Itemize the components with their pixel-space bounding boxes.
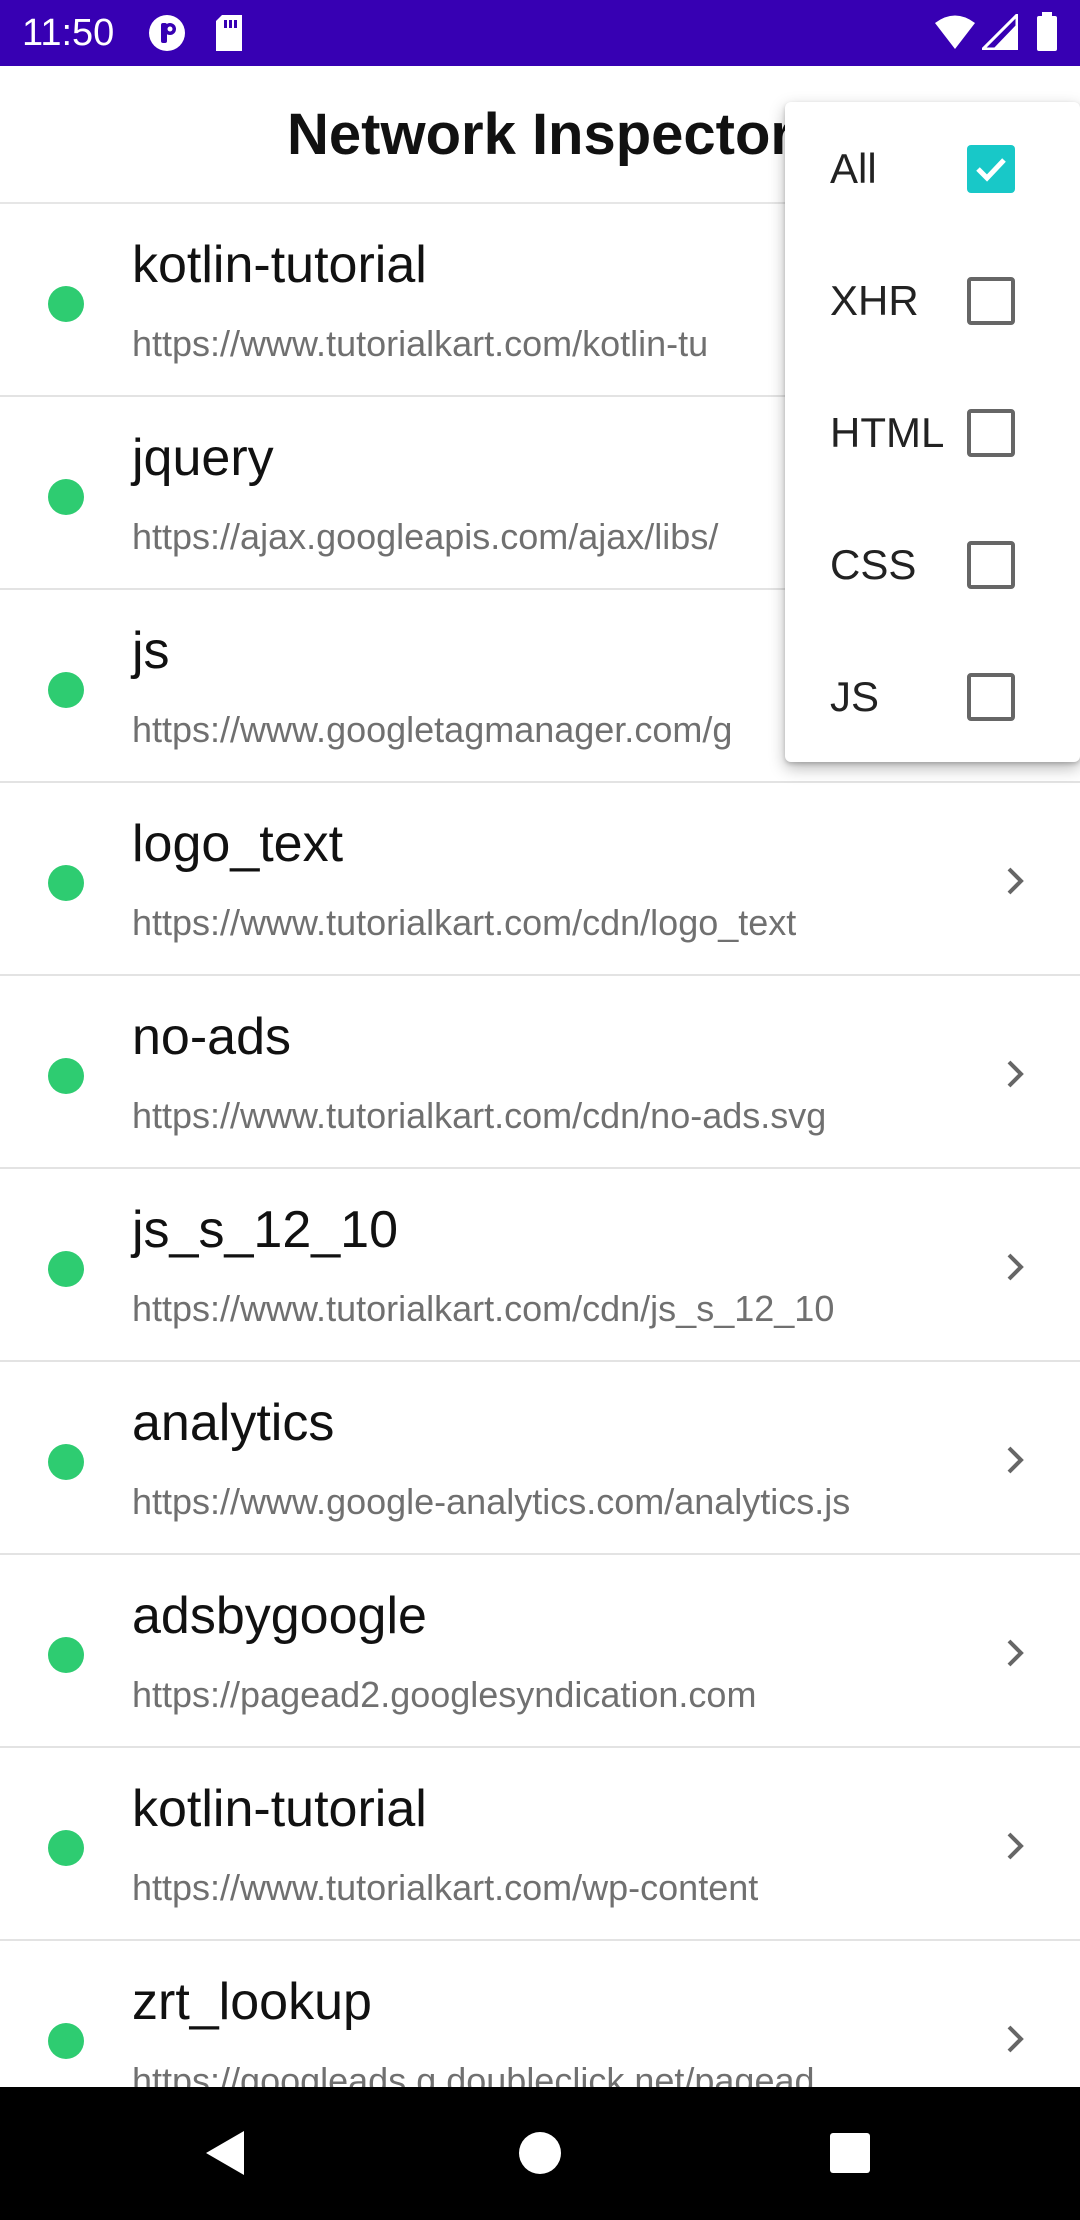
list-item[interactable]: no-ads https://www.tutorialkart.com/cdn/… xyxy=(0,976,1080,1169)
filter-option-css[interactable]: CSS xyxy=(785,498,1080,630)
chevron-right-icon[interactable] xyxy=(995,2019,1035,2059)
request-title: kotlin-tutorial xyxy=(132,1780,427,1838)
filter-option-label: JS xyxy=(830,673,880,720)
request-title: js_s_12_10 xyxy=(132,1201,398,1259)
request-url: https://googleads.g.doubleclick.net/page… xyxy=(132,2060,815,2087)
list-item[interactable]: logo_text https://www.tutorialkart.com/c… xyxy=(0,783,1080,976)
p-badge-icon xyxy=(148,14,186,57)
request-title: logo_text xyxy=(132,815,344,873)
filter-option-label: XHR xyxy=(830,277,919,324)
request-title: analytics xyxy=(132,1394,335,1452)
request-url: https://www.tutorialkart.com/cdn/no-ads.… xyxy=(132,1095,827,1136)
filter-option-all[interactable]: All xyxy=(785,102,1080,234)
status-dot xyxy=(48,1830,84,1866)
request-url: https://www.tutorialkart.com/cdn/js_s_12… xyxy=(132,1288,835,1329)
recents-icon[interactable] xyxy=(820,2123,880,2183)
request-title: kotlin-tutorial xyxy=(132,236,427,294)
request-url: https://www.tutorialkart.com/cdn/logo_te… xyxy=(132,902,797,943)
chevron-right-icon[interactable] xyxy=(995,1054,1035,1094)
chevron-right-icon[interactable] xyxy=(995,1247,1035,1287)
back-icon[interactable] xyxy=(196,2123,256,2183)
home-icon[interactable] xyxy=(510,2123,570,2183)
status-dot xyxy=(48,479,84,515)
battery-icon xyxy=(1036,12,1058,57)
cellular-signal-icon xyxy=(979,11,1019,55)
request-url: https://www.tutorialkart.com/kotlin-tu xyxy=(132,323,709,364)
filter-checkbox-html[interactable] xyxy=(967,409,1015,457)
status-dot xyxy=(48,1637,84,1673)
status-dot xyxy=(48,1058,84,1094)
filter-option-js[interactable]: JS xyxy=(785,630,1080,762)
status-bar: 11:50 xyxy=(0,0,1080,66)
request-url: https://www.tutorialkart.com/wp-content xyxy=(132,1867,759,1908)
chevron-right-icon[interactable] xyxy=(995,1633,1035,1673)
check-icon xyxy=(976,158,1006,182)
status-dot xyxy=(48,672,84,708)
request-title: zrt_lookup xyxy=(132,1973,372,2031)
request-title: js xyxy=(132,622,170,680)
status-dot xyxy=(48,1251,84,1287)
list-item[interactable]: js_s_12_10 https://www.tutorialkart.com/… xyxy=(0,1169,1080,1362)
filter-option-label: All xyxy=(830,145,877,192)
request-title: no-ads xyxy=(132,1008,291,1066)
list-item[interactable]: kotlin-tutorial https://www.tutorialkart… xyxy=(0,1748,1080,1941)
filter-option-label: CSS xyxy=(830,541,917,588)
filter-checkbox-all[interactable] xyxy=(967,145,1015,193)
request-title: jquery xyxy=(132,429,274,487)
filter-option-xhr[interactable]: XHR xyxy=(785,234,1080,366)
filter-option-html[interactable]: HTML xyxy=(785,366,1080,498)
list-item[interactable]: zrt_lookup https://googleads.g.doublecli… xyxy=(0,1941,1080,2087)
request-url: https://pagead2.googlesyndication.com xyxy=(132,1674,757,1715)
wifi-icon xyxy=(934,14,976,55)
filter-checkbox-js[interactable] xyxy=(967,673,1015,721)
filter-checkbox-xhr[interactable] xyxy=(967,277,1015,325)
status-dot xyxy=(48,1444,84,1480)
sd-card-icon xyxy=(214,14,244,57)
status-time: 11:50 xyxy=(22,12,115,54)
filter-option-label: HTML xyxy=(830,409,945,456)
filter-menu: All XHR HTML CSS JS xyxy=(785,102,1080,762)
list-item[interactable]: analytics https://www.google-analytics.c… xyxy=(0,1362,1080,1555)
status-dot xyxy=(48,865,84,901)
request-url: https://www.google-analytics.com/analyti… xyxy=(132,1481,851,1522)
navigation-bar xyxy=(0,2087,1080,2220)
list-item[interactable]: adsbygoogle https://pagead2.googlesyndic… xyxy=(0,1555,1080,1748)
chevron-right-icon[interactable] xyxy=(995,861,1035,901)
request-url: https://ajax.googleapis.com/ajax/libs/ xyxy=(132,516,719,557)
filter-checkbox-css[interactable] xyxy=(967,541,1015,589)
chevron-right-icon[interactable] xyxy=(995,1440,1035,1480)
request-url: https://www.googletagmanager.com/g xyxy=(132,709,733,750)
request-title: adsbygoogle xyxy=(132,1587,427,1645)
chevron-right-icon[interactable] xyxy=(995,1826,1035,1866)
status-dot xyxy=(48,286,84,322)
status-dot xyxy=(48,2023,84,2059)
